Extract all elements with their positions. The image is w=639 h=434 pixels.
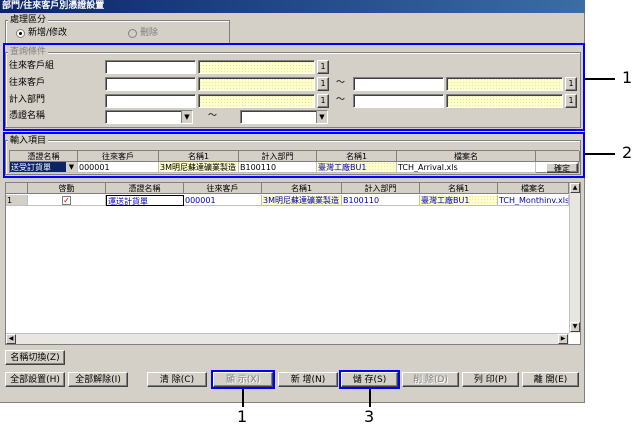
mode-add-label[interactable]: 新增/修改 (28, 27, 67, 39)
scroll-right-icon[interactable]: ▶ (558, 334, 568, 344)
scroll-left-icon[interactable]: ◀ (6, 334, 16, 344)
set-all-button[interactable]: 全部設置(H) (5, 372, 65, 387)
window-title: 部門/往來客戶別憑證設置 (0, 0, 585, 13)
callout-number-3: 3 (364, 407, 375, 426)
list-col-name2: 名稱1 (420, 183, 498, 194)
list-row-name2: 臺灣工廠BU1 (420, 195, 498, 206)
callout-number-1b: 1 (237, 407, 248, 426)
callout-number-2: 2 (622, 143, 633, 162)
list-col-active: 啓動 (28, 183, 106, 194)
list-row-file[interactable]: TCH_Monthinv.xls (498, 195, 569, 206)
callout-number-1: 1 (622, 68, 633, 87)
vertical-scrollbar[interactable]: ▲ ▼ (569, 183, 580, 333)
list-row-number: 1 (6, 195, 28, 206)
horizontal-scrollbar[interactable]: ◀ ▶ (6, 333, 569, 344)
scroll-down-icon[interactable]: ▼ (570, 322, 580, 332)
list-col-customer: 往來客戶 (184, 183, 262, 194)
list-row-voucher[interactable]: 運送計貨單 (106, 195, 184, 206)
new-button[interactable]: 新 增(N) (278, 372, 338, 387)
scroll-up-icon[interactable]: ▲ (570, 183, 580, 193)
mode-group-title: 處理區分 (8, 15, 49, 25)
mode-add-radio[interactable] (16, 29, 25, 38)
callout-line-3 (369, 389, 371, 407)
close-button[interactable]: 離 開(E) (522, 372, 579, 387)
callout-box-input (3, 132, 585, 178)
delete-button[interactable]: 削 除(D) (402, 372, 459, 387)
list-row-active-cell[interactable]: ✓ (28, 195, 106, 206)
callout-box-save (339, 370, 400, 389)
list-col-dept: 計入部門 (342, 183, 420, 194)
print-button[interactable]: 列 印(P) (462, 372, 519, 387)
mode-delete-radio[interactable] (128, 29, 137, 38)
name-switch-button[interactable]: 名稱切換(Z) (5, 350, 65, 365)
clear-all-button[interactable]: 全部解除(I) (68, 372, 128, 387)
mode-delete-label[interactable]: 刪除 (140, 27, 158, 39)
list-col-file: 檔案名 (498, 183, 569, 194)
delete-button-label: 削 除(D) (413, 375, 448, 385)
callout-line-2 (585, 153, 615, 155)
clear-button[interactable]: 清 除(C) (147, 372, 207, 387)
list-col-voucher: 憑證名稱 (106, 183, 184, 194)
list-row-customer[interactable]: 000001 (184, 195, 262, 206)
callout-line-1 (585, 78, 615, 80)
callout-line-1b (242, 389, 244, 407)
list-grid: 啓動 憑證名稱 往來客戶 名稱1 計入部門 名稱1 檔案名 1 ✓ 運送計貨單 … (5, 182, 581, 345)
list-row-dept[interactable]: B100110 (342, 195, 420, 206)
checkbox-checked-icon[interactable]: ✓ (62, 196, 71, 205)
list-col-name1: 名稱1 (262, 183, 342, 194)
list-col-no (6, 183, 28, 194)
callout-box-show (211, 370, 275, 389)
callout-box-query (3, 43, 585, 131)
list-row-name1: 3M明尼蘇達礦業製造 (262, 195, 342, 206)
